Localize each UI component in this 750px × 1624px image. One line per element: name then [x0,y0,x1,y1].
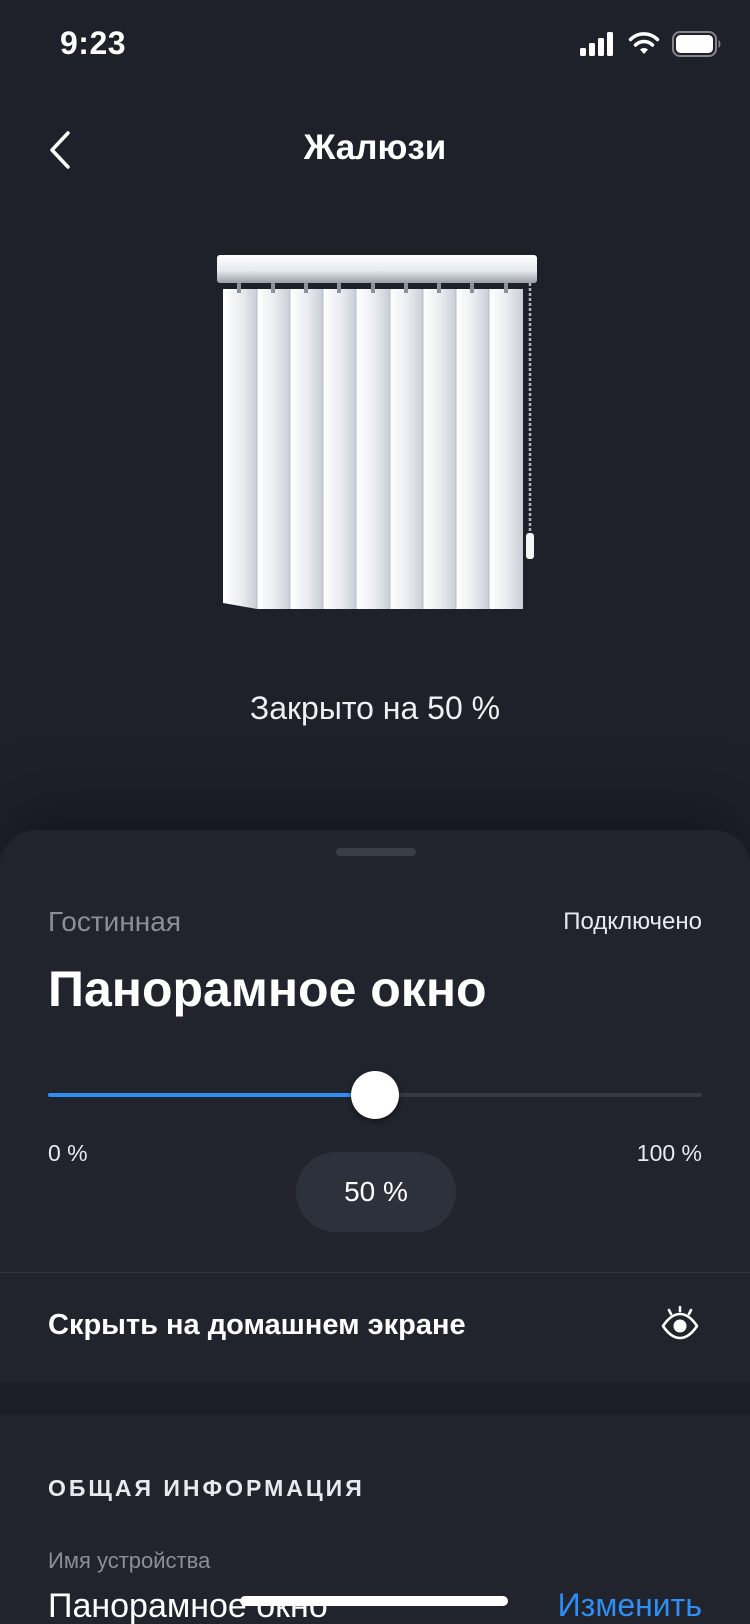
general-info-section: ОБЩАЯ ИНФОРМАЦИЯ Имя устройства Панорамн… [0,1415,750,1624]
cellular-signal-icon [580,32,613,56]
home-indicator[interactable] [240,1596,508,1606]
room-name: Гостинная [48,906,181,937]
status-bar: 9:23 [0,0,750,90]
header: Жалюзи [0,110,750,190]
section-gap [0,1383,750,1415]
page-title: Жалюзи [303,128,447,167]
status-icons [580,30,722,58]
hide-on-home-label: Скрыть на домашнем экране [48,1309,466,1341]
eye-icon[interactable] [660,1305,700,1345]
slider-min-label: 0 % [48,1140,88,1166]
sheet-handle[interactable] [336,848,416,856]
closed-status-text: Закрыто на 50 % [249,690,501,726]
battery-icon [672,31,721,57]
slider-max-label: 100 % [636,1140,702,1166]
status-time: 9:23 [60,25,127,61]
edit-name-button[interactable]: Изменить [558,1587,702,1624]
device-sheet: Гостинная Подключено Панорамное окно 0 %… [0,830,750,1430]
slider-value-badge: 50 % [296,1152,456,1232]
connection-status: Подключено [563,908,702,935]
blinds-slats [223,283,523,609]
hide-on-home-row[interactable]: Скрыть на домашнем экране [0,1273,750,1383]
slider-fill [48,1093,375,1097]
section-title: ОБЩАЯ ИНФОРМАЦИЯ [48,1475,365,1501]
closure-slider[interactable] [48,1070,702,1120]
vertical-blinds-illustration [217,255,537,609]
slider-thumb[interactable] [351,1071,399,1119]
blinds-rail [217,255,537,283]
device-title: Панорамное окно [48,961,487,1017]
screen: 9:23 Жалюзи Закрыто на 50 % Гостинная По… [0,0,750,1624]
device-name-label: Имя устройства [48,1548,211,1573]
wifi-icon [628,32,660,54]
slider-value-label: 50 % [344,1176,408,1207]
pull-chain [526,283,534,559]
